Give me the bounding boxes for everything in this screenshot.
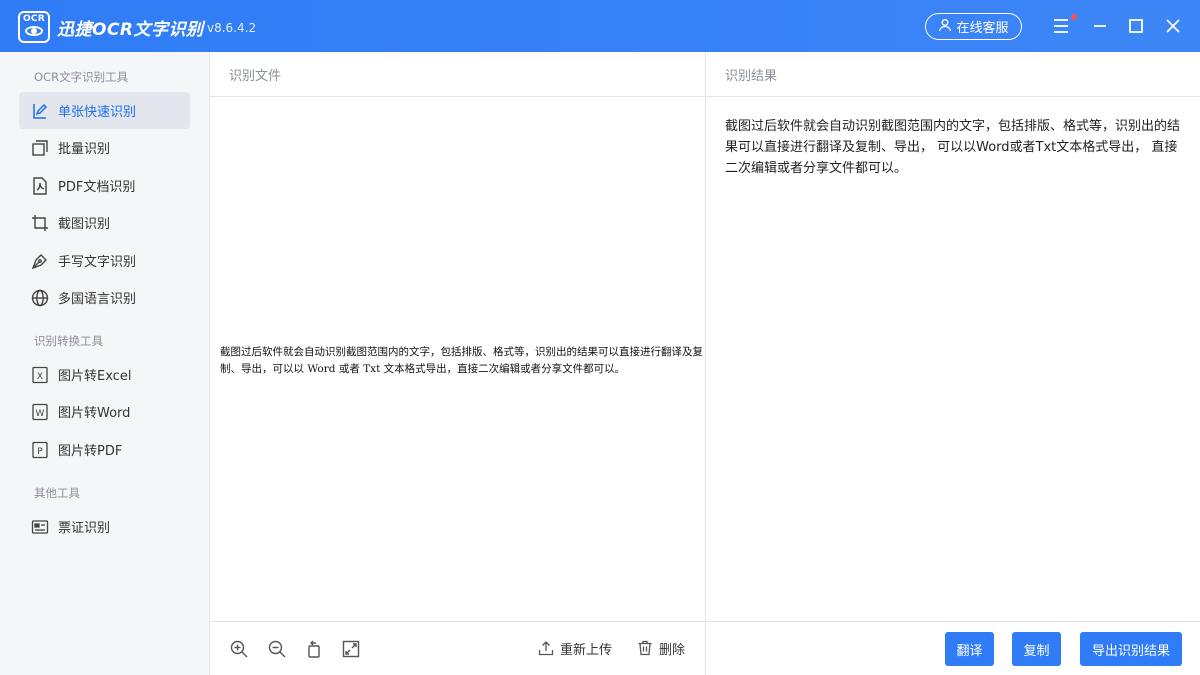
excel-icon: X	[31, 366, 49, 384]
close-button[interactable]	[1163, 16, 1183, 36]
svg-text:P: P	[37, 447, 43, 457]
translate-button[interactable]: 翻译	[945, 632, 994, 666]
sidebar-item-label: 截图识别	[58, 217, 111, 232]
pdf-icon: P	[31, 441, 49, 459]
source-toolbar: 重新上传 删除	[210, 621, 705, 675]
sidebar-item-to-word[interactable]: W 图片转Word	[19, 393, 190, 430]
sidebar: OCR文字识别工具 单张快速识别 批量识别 PDF文档识别 截图识别 手写文字识…	[0, 52, 210, 675]
app-version: v8.6.4.2	[207, 21, 257, 35]
eye-icon	[25, 26, 43, 36]
trash-icon	[638, 640, 652, 656]
delete-button[interactable]: 删除	[637, 637, 685, 659]
menu-button[interactable]	[1052, 16, 1072, 36]
notification-dot	[1071, 14, 1077, 20]
user-icon	[938, 18, 952, 36]
reupload-button[interactable]: 重新上传	[538, 637, 612, 659]
zoom-in-button[interactable]	[229, 639, 249, 659]
section-label-ocr-tools: OCR文字识别工具	[34, 70, 129, 84]
sidebar-item-label: 图片转Excel	[58, 369, 132, 384]
copy-button[interactable]: 复制	[1012, 632, 1061, 666]
sidebar-item-label: 图片转Word	[58, 406, 131, 421]
menu-icon	[1054, 19, 1068, 33]
sidebar-item-label: 批量识别	[58, 142, 111, 157]
result-header: 识别结果	[706, 52, 1200, 97]
logo-text: OCR	[22, 14, 46, 24]
fit-screen-icon	[342, 640, 360, 658]
source-file-panel: 识别文件 截图过后软件就会自动识别截图范围内的文字，包括排版、格式等，识别出的结…	[210, 52, 706, 675]
reupload-label: 重新上传	[560, 642, 613, 658]
sidebar-item-label: PDF文档识别	[58, 180, 136, 195]
app-title: 迅捷OCR文字识别	[57, 20, 204, 40]
minimize-button[interactable]	[1090, 16, 1110, 36]
app-logo: OCR	[18, 11, 50, 43]
svg-text:W: W	[36, 409, 45, 419]
sidebar-item-handwriting[interactable]: 手写文字识别	[19, 242, 190, 279]
word-icon: W	[31, 403, 49, 421]
sidebar-item-screenshot[interactable]: 截图识别	[19, 204, 190, 241]
maximize-button[interactable]	[1126, 16, 1146, 36]
zoom-out-button[interactable]	[267, 639, 287, 659]
source-file-header: 识别文件	[210, 52, 705, 97]
sidebar-item-batch[interactable]: 批量识别	[19, 129, 190, 166]
online-service-button[interactable]: 在线客服	[925, 13, 1022, 40]
sidebar-item-label: 图片转PDF	[58, 444, 123, 459]
crop-icon	[31, 214, 49, 232]
sidebar-item-to-excel[interactable]: X 图片转Excel	[19, 356, 190, 393]
result-toolbar: 翻译 复制 导出识别结果	[706, 621, 1200, 675]
sidebar-item-multilingual[interactable]: 多国语言识别	[19, 279, 190, 316]
single-scan-icon	[31, 102, 49, 120]
section-label-convert-tools: 识别转换工具	[34, 334, 103, 348]
rotate-button[interactable]	[304, 639, 324, 659]
upload-icon	[538, 641, 554, 656]
maximize-icon	[1129, 19, 1143, 33]
rotate-icon	[308, 640, 320, 658]
title-bar: OCR 迅捷OCR文字识别 v8.6.4.2 在线客服	[0, 0, 1200, 52]
result-text[interactable]: 截图过后软件就会自动识别截图范围内的文字，包括排版、格式等，识别出的结果可以直接…	[725, 116, 1185, 179]
close-icon	[1166, 19, 1180, 33]
batch-icon	[31, 139, 49, 157]
fit-screen-button[interactable]	[341, 639, 361, 659]
sidebar-item-label: 多国语言识别	[58, 292, 137, 307]
pdf-doc-icon	[31, 176, 49, 195]
pen-icon	[31, 252, 49, 270]
sidebar-item-pdf-doc[interactable]: PDF文档识别	[19, 167, 190, 204]
sidebar-item-label: 手写文字识别	[58, 255, 137, 270]
sidebar-item-to-pdf[interactable]: P 图片转PDF	[19, 431, 190, 468]
globe-icon	[31, 289, 49, 307]
sidebar-item-ticket[interactable]: 票证识别	[19, 508, 190, 545]
zoom-in-icon	[230, 640, 248, 658]
sidebar-item-label: 票证识别	[58, 521, 111, 536]
source-image-preview: 截图过后软件就会自动识别截图范围内的文字，包括排版、格式等，识别出的结果可以直接…	[220, 346, 703, 375]
export-result-button[interactable]: 导出识别结果	[1080, 632, 1182, 666]
zoom-out-icon	[268, 640, 286, 658]
sidebar-item-label: 单张快速识别	[58, 105, 137, 120]
svg-text:X: X	[37, 372, 43, 382]
delete-label: 删除	[659, 642, 686, 658]
result-panel: 识别结果 截图过后软件就会自动识别截图范围内的文字，包括排版、格式等，识别出的结…	[706, 52, 1200, 675]
section-label-other-tools: 其他工具	[34, 486, 80, 500]
sidebar-item-single-scan[interactable]: 单张快速识别	[19, 92, 190, 129]
online-service-label: 在线客服	[956, 21, 1009, 36]
minimize-icon	[1094, 25, 1106, 27]
ticket-icon	[31, 518, 49, 536]
